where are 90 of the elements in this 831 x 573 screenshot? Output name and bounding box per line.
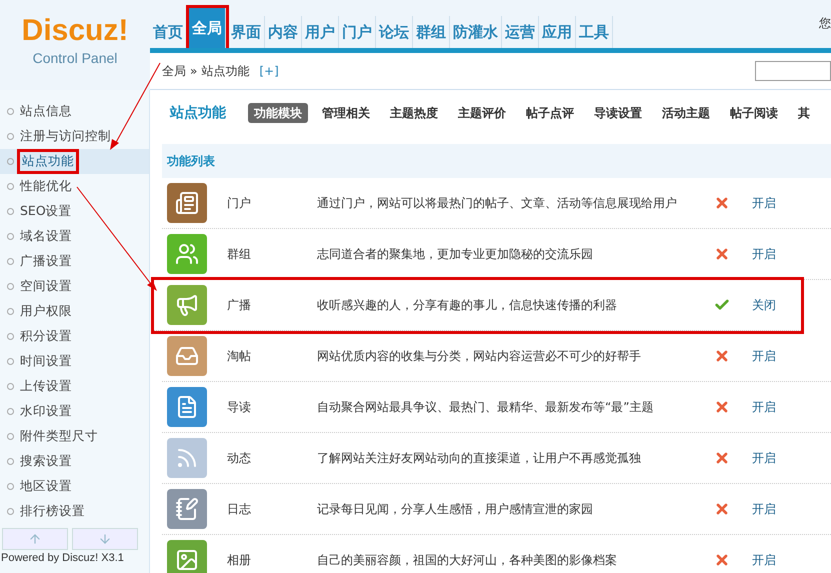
feature-description: 自动聚合网站最具争议、最热门、最精华、最新发布等“最”主题 <box>317 399 654 416</box>
feature-description: 自己的美丽容颜，祖国的大好河山，各种美图的影像档案 <box>317 552 618 569</box>
bullet-icon <box>7 483 14 490</box>
sidebar-item[interactable]: SEO设置 <box>0 199 149 224</box>
breadcrumb-link[interactable]: 全局 <box>162 62 186 80</box>
sidebar-item[interactable]: 水印设置 <box>0 399 149 424</box>
bullet-icon <box>7 333 14 340</box>
sidebar-item[interactable]: 域名设置 <box>0 224 149 249</box>
bullet-icon <box>7 158 14 165</box>
sidebar-item[interactable]: 地区设置 <box>0 474 149 499</box>
feature-description: 记录每日见闻，分享人生感悟，用户感情宣泄的家园 <box>317 501 594 518</box>
sidebar-item[interactable]: 排行榜设置 <box>0 499 149 524</box>
arrow-up-icon <box>28 532 42 546</box>
feature-description: 通过门户，网站可以将最热门的帖子、文章、活动等信息展现给用户 <box>317 195 678 212</box>
toggle-link[interactable]: 开启 <box>752 245 776 263</box>
bullet-icon <box>7 308 14 315</box>
arrow-down-icon <box>98 532 112 546</box>
sidebar-item[interactable]: 上传设置 <box>0 374 149 399</box>
feature-name: 淘帖 <box>226 348 252 365</box>
feature-name: 相册 <box>226 552 252 569</box>
bullet-icon <box>7 433 14 440</box>
tray-icon <box>167 336 207 376</box>
toggle-link[interactable]: 开启 <box>752 347 776 365</box>
toggle-link[interactable]: 开启 <box>752 398 776 416</box>
newspaper-icon <box>167 183 207 223</box>
sidebar-item[interactable]: 时间设置 <box>0 349 149 374</box>
sidebar-item[interactable]: 站点信息 <box>0 99 149 124</box>
powered-by-text: Powered by Discuz! X3.1 <box>0 551 125 566</box>
notepad-icon <box>167 489 207 529</box>
people-icon <box>167 234 207 274</box>
bullet-icon <box>7 208 14 215</box>
sub-tab[interactable]: 主题评价 <box>452 103 512 123</box>
sub-tab[interactable]: 主题热度 <box>384 103 444 123</box>
feature-description: 收听感兴趣的人，分享有趣的事儿，信息快速传播的利器 <box>317 297 618 314</box>
rss-icon <box>167 438 207 478</box>
page-title: 站点功能 <box>168 104 226 122</box>
scroll-up-button[interactable] <box>2 528 68 550</box>
sidebar-item[interactable]: 附件类型尺寸 <box>0 424 149 449</box>
bullet-icon <box>7 508 14 515</box>
feature-description: 了解网站关注好友网站动向的直接渠道，让用户不再感觉孤独 <box>317 450 642 467</box>
sidebar-item[interactable]: 注册与访问控制 <box>0 124 149 149</box>
logo-subtitle: Control Panel <box>32 49 118 68</box>
sub-tab[interactable]: 其 <box>792 103 816 123</box>
sidebar-item[interactable]: 用户权限 <box>0 299 149 324</box>
scroll-down-button[interactable] <box>72 528 138 550</box>
toggle-link[interactable]: 开启 <box>752 500 776 518</box>
feature-description: 志同道合者的聚集地，更加专业更加隐秘的交流乐园 <box>317 246 594 263</box>
bullet-icon <box>7 133 14 140</box>
toggle-link[interactable]: 开启 <box>752 194 776 212</box>
megaphone-icon <box>167 285 207 325</box>
list-title: 功能列表 <box>167 153 215 170</box>
sidebar-item[interactable]: 站点功能 <box>0 149 149 174</box>
sub-tab[interactable]: 活动主题 <box>656 103 716 123</box>
bullet-icon <box>7 258 14 265</box>
bullet-icon <box>7 458 14 465</box>
feature-description: 网站优质内容的收集与分类，网站内容运营必不可少的好帮手 <box>317 348 642 365</box>
breadcrumb-separator: » <box>190 63 198 80</box>
toggle-link[interactable]: 关闭 <box>752 296 776 314</box>
nav-tab[interactable]: 全局 <box>189 8 226 48</box>
bullet-icon <box>7 108 14 115</box>
toggle-link[interactable]: 开启 <box>752 449 776 467</box>
bullet-icon <box>7 358 14 365</box>
bullet-icon <box>7 283 14 290</box>
bullet-icon <box>7 183 14 190</box>
sub-tab[interactable]: 管理相关 <box>316 103 376 123</box>
feature-name: 日志 <box>226 501 252 518</box>
sidebar-item[interactable]: 广播设置 <box>0 249 149 274</box>
bullet-icon <box>7 383 14 390</box>
feature-name: 群组 <box>226 246 252 263</box>
feature-name: 导读 <box>226 399 252 416</box>
feature-name: 动态 <box>226 450 252 467</box>
greeting-text: 您 <box>819 15 831 32</box>
sub-tab[interactable]: 帖子阅读 <box>724 103 784 123</box>
feature-name: 广播 <box>226 297 252 314</box>
search-field[interactable] <box>755 61 831 81</box>
sub-tab[interactable]: 帖子点评 <box>520 103 580 123</box>
sub-tab[interactable]: 功能模块 <box>248 103 308 123</box>
breadcrumb-current: 站点功能 <box>201 63 250 80</box>
logo-title: Discuz! <box>22 14 128 48</box>
sidebar-item[interactable]: 性能优化 <box>0 174 149 199</box>
feature-name: 门户 <box>226 195 252 212</box>
sidebar-item[interactable]: 空间设置 <box>0 274 149 299</box>
toggle-link[interactable]: 开启 <box>752 551 776 569</box>
document-icon <box>167 387 207 427</box>
add-shortcut-link[interactable]: [+] <box>259 62 279 80</box>
bullet-icon <box>7 233 14 240</box>
sidebar-item[interactable]: 积分设置 <box>0 324 149 349</box>
sub-tab[interactable]: 导读设置 <box>588 103 648 123</box>
sidebar-item[interactable]: 搜索设置 <box>0 449 149 474</box>
bullet-icon <box>7 408 14 415</box>
